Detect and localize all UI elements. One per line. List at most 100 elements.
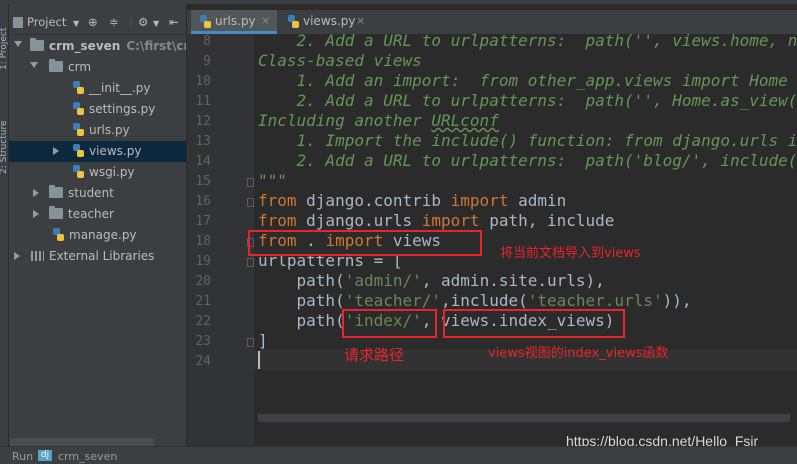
spelling-warning: URLconf — [431, 111, 499, 130]
project-tool-tab[interactable]: 1: Project — [0, 10, 9, 70]
editor-horizontal-scrollbar[interactable] — [258, 414, 790, 422]
python-file-icon — [287, 15, 299, 29]
tree-item-views[interactable]: views.py — [9, 141, 186, 162]
tree-item-init[interactable]: __init__.py — [9, 78, 186, 99]
chevron-down-icon[interactable] — [30, 62, 38, 68]
scroll-from-source-icon[interactable]: ⊕ — [88, 15, 98, 29]
line-number: 14 — [195, 154, 211, 169]
project-panel: Project ▼ ⊕ ≑ | ⚙ ▼ ⇤ crm_seven C:\first\… — [9, 4, 186, 446]
python-file-icon — [72, 81, 84, 95]
chevron-down-icon[interactable] — [14, 41, 22, 47]
project-folder-icon — [13, 17, 23, 28]
annotation-view: views视图的index_views函数 — [488, 346, 669, 361]
fold-marker-icon[interactable] — [247, 198, 254, 207]
hide-panel-icon[interactable]: ⇤ — [169, 15, 179, 29]
collapse-all-icon[interactable]: ≑ — [109, 15, 119, 29]
line-number: 19 — [195, 254, 211, 269]
tree-item-label: manage.py — [69, 228, 137, 242]
tab-urls-py[interactable]: urls.py × — [191, 10, 277, 34]
line-number: 21 — [195, 294, 211, 309]
tree-item-settings[interactable]: settings.py — [9, 99, 186, 120]
left-tool-strip: 1: Project 2: Structure — [0, 4, 9, 446]
bottom-toolbar: Run crm_seven — [0, 446, 797, 464]
line-number: 13 — [195, 134, 211, 149]
chevron-right-icon[interactable] — [33, 210, 39, 218]
tree-item-label: crm — [68, 60, 92, 74]
close-icon[interactable]: × — [261, 14, 270, 27]
editor-tab-bar: urls.py × views.py × — [187, 10, 797, 35]
tree-item-external-libraries[interactable]: External Libraries — [9, 246, 186, 267]
tree-item-manage[interactable]: manage.py — [9, 225, 186, 246]
code-line-10: 1. Add an import: from other_app.views i… — [258, 71, 788, 90]
line-number: 18 — [195, 234, 211, 249]
structure-tool-tab[interactable]: 2: Structure — [0, 104, 9, 175]
project-horizontal-scrollbar[interactable] — [10, 438, 154, 446]
tree-item-teacher[interactable]: teacher — [9, 204, 186, 225]
run-tab[interactable]: Run — [12, 450, 33, 463]
tree-item-label: __init__.py — [89, 81, 151, 95]
tree-item-student[interactable]: student — [9, 183, 186, 204]
toolbar-divider: | — [129, 15, 133, 29]
fold-marker-icon[interactable] — [247, 338, 254, 347]
folder-icon — [30, 38, 44, 51]
code-line-20: path('admin/', admin.site.urls), — [258, 271, 605, 290]
python-file-icon — [199, 15, 211, 29]
chevron-right-icon[interactable] — [53, 147, 59, 155]
highlight-box-view — [443, 309, 625, 338]
tree-item-label: wsgi.py — [89, 165, 135, 179]
tree-item-label: settings.py — [89, 102, 156, 116]
tab-label: views.py — [303, 14, 356, 28]
code-line-13: 1. Import the include() function: from d… — [296, 131, 797, 150]
text-caret — [258, 351, 260, 369]
django-icon: dj — [38, 450, 52, 461]
code-line-9: Class-based views — [258, 51, 422, 70]
close-icon[interactable]: × — [356, 14, 365, 27]
tree-item-urls[interactable]: urls.py — [9, 120, 186, 141]
annotation-import: 将当前文档导入到views — [500, 246, 641, 261]
tree-item-crm-seven[interactable]: crm_sevenC:\first\crm_ — [9, 36, 186, 57]
python-file-icon — [72, 144, 84, 158]
line-number: 16 — [195, 194, 211, 209]
code-line-12: Including another URLconf — [258, 111, 499, 130]
chevron-down-icon[interactable]: ▼ — [73, 19, 79, 28]
fold-marker-icon[interactable] — [247, 258, 254, 267]
line-number: 24 — [195, 354, 211, 369]
tree-item-label: views.py — [89, 144, 142, 158]
line-number-gutter: 8 9 10 11 12 13 14 15 16 17 18 19 20 21 … — [187, 34, 254, 446]
folder-icon — [49, 59, 63, 72]
line-number: 8 — [203, 34, 211, 49]
tab-views-py[interactable]: views.py × — [279, 10, 367, 34]
highlight-box-route — [342, 309, 437, 338]
annotation-route: 请求路径 — [344, 346, 405, 364]
tree-item-label: teacher — [68, 207, 114, 221]
python-file-icon — [72, 165, 84, 179]
line-number: 20 — [195, 274, 211, 289]
code-line-23: ] — [258, 331, 268, 350]
tree-item-label: student — [68, 186, 114, 200]
code-line-8: 2. Add a URL to urlpatterns: path('', vi… — [296, 34, 797, 50]
gear-icon[interactable]: ⚙ — [138, 15, 148, 29]
line-number: 17 — [195, 214, 211, 229]
tree-item-wsgi[interactable]: wsgi.py — [9, 162, 186, 183]
code-line-15: """ — [258, 171, 287, 190]
tree-item-label: crm_sevenC:\first\crm_ — [49, 39, 186, 53]
code-line-16: from django.contrib import admin — [258, 191, 567, 210]
python-file-icon — [52, 228, 64, 242]
fold-marker-icon[interactable] — [247, 178, 254, 187]
line-number: 22 — [195, 314, 211, 329]
highlight-box-import — [248, 230, 482, 256]
code-line-17: from django.urls import path, include — [258, 211, 615, 230]
code-line-21: path('teacher/',include('teacher.urls'))… — [258, 291, 692, 310]
run-configuration-label: crm_seven — [58, 450, 118, 463]
chevron-right-icon[interactable] — [14, 252, 20, 260]
chevron-down-icon[interactable]: ▼ — [153, 19, 159, 28]
chevron-right-icon[interactable] — [33, 189, 39, 197]
code-line-14: 2. Add a URL to urlpatterns: path('blog/… — [296, 151, 797, 170]
library-icon — [31, 251, 44, 261]
tree-item-label: External Libraries — [49, 249, 155, 263]
project-view-selector[interactable]: Project — [27, 15, 66, 29]
folder-icon — [49, 185, 63, 198]
project-toolbar: Project ▼ ⊕ ≑ | ⚙ ▼ ⇤ — [9, 12, 186, 35]
code-line-11: 2. Add a URL to urlpatterns: path('', Ho… — [296, 91, 797, 110]
tree-item-crm[interactable]: crm — [9, 57, 186, 78]
